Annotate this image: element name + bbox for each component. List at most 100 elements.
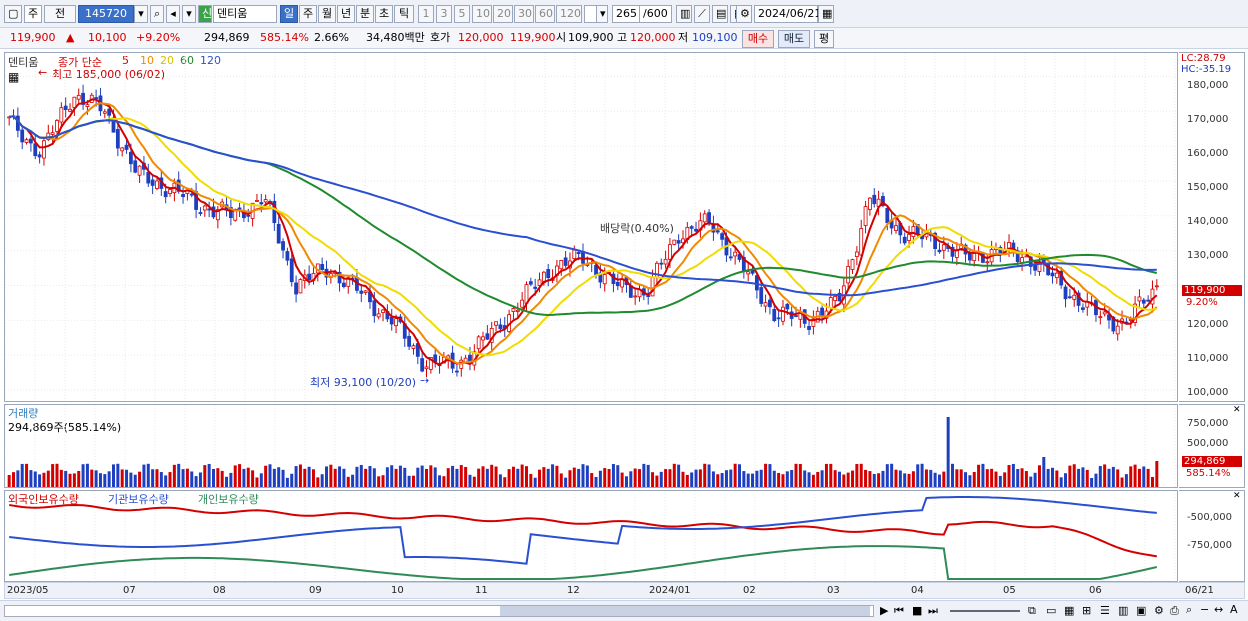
volume-bar bbox=[964, 472, 968, 487]
candle-body bbox=[115, 129, 120, 149]
calendar-icon[interactable]: ▦ bbox=[818, 5, 834, 23]
volume-chart bbox=[5, 405, 1176, 487]
volume-bar bbox=[346, 476, 350, 487]
interval-3-button[interactable]: 3 bbox=[436, 5, 452, 23]
interval-30-button[interactable]: 30 bbox=[514, 5, 534, 23]
print-icon[interactable]: ⎙ bbox=[1170, 604, 1179, 618]
image-icon[interactable]: ▣ bbox=[1136, 604, 1146, 617]
gear-icon[interactable]: ⚙ bbox=[736, 5, 752, 23]
interval-60-button[interactable]: 60 bbox=[535, 5, 555, 23]
candle-body bbox=[702, 213, 707, 223]
interval-20-button[interactable]: 20 bbox=[493, 5, 513, 23]
date-axis: 2023/05 07 08 09 10 11 12 2024/01 02 03 … bbox=[4, 582, 1245, 599]
chevron-down-icon[interactable]: ▾ bbox=[596, 5, 608, 23]
save-icon[interactable]: ▤ bbox=[712, 5, 728, 23]
volume-bar bbox=[646, 464, 650, 487]
config-icon[interactable]: ⚙ bbox=[1154, 604, 1164, 617]
interval-10-button[interactable]: 10 bbox=[472, 5, 492, 23]
copy-icon[interactable]: ⧉ bbox=[1028, 604, 1036, 618]
open-label: 시 bbox=[556, 31, 567, 44]
candle-icon[interactable]: ▥ bbox=[676, 5, 692, 23]
volume-bar bbox=[155, 469, 159, 487]
period-second-button[interactable]: 초 bbox=[375, 5, 393, 23]
chevron-down-icon[interactable]: ▾ bbox=[182, 5, 196, 23]
volume-bar bbox=[342, 468, 346, 487]
prev-button[interactable]: 전 bbox=[44, 5, 76, 23]
volume-bar bbox=[924, 469, 928, 487]
period-month-button[interactable]: 월 bbox=[318, 5, 336, 23]
candle-body bbox=[763, 302, 768, 307]
count-total: /600 bbox=[640, 5, 672, 23]
candle-body bbox=[498, 324, 503, 330]
volume-bar bbox=[911, 471, 915, 487]
candle-body bbox=[1137, 296, 1142, 302]
interval-5-button[interactable]: 5 bbox=[454, 5, 470, 23]
rewind-icon[interactable]: ⏮ bbox=[894, 604, 904, 618]
forward-icon[interactable]: ⏭ bbox=[928, 604, 938, 618]
volume-bar bbox=[238, 464, 242, 487]
search-icon[interactable]: ⌕ bbox=[1186, 603, 1192, 617]
close-icon[interactable]: ✕ bbox=[1233, 491, 1241, 501]
volume-bar bbox=[216, 468, 220, 487]
volume-bar bbox=[416, 467, 420, 487]
volume-bar bbox=[498, 474, 502, 487]
candle-body bbox=[1128, 319, 1133, 321]
zoom-slider[interactable] bbox=[950, 610, 1020, 612]
candle-body bbox=[985, 261, 990, 264]
grid-icon[interactable]: ▦ bbox=[1064, 604, 1074, 617]
candle-body bbox=[189, 193, 194, 196]
resize-icon[interactable]: ↔ bbox=[1214, 603, 1223, 616]
date-input[interactable]: 2024/06/21 bbox=[754, 5, 821, 23]
interval-120-button[interactable]: 120 bbox=[556, 5, 582, 23]
volume-bar bbox=[1133, 464, 1137, 487]
period-tick-button[interactable]: 틱 bbox=[394, 5, 414, 23]
candle-body bbox=[133, 160, 138, 173]
eval-button[interactable]: 평 bbox=[814, 30, 834, 48]
volume-bar bbox=[55, 463, 59, 487]
volume-bar bbox=[559, 473, 563, 487]
chart-icon[interactable]: ▥ bbox=[1118, 604, 1128, 617]
candle-body bbox=[381, 309, 385, 313]
chevron-down-icon[interactable]: ▾ bbox=[134, 5, 148, 23]
volume-bar bbox=[229, 472, 233, 487]
scroll-thumb[interactable] bbox=[500, 606, 870, 616]
stock-name-field[interactable]: 덴티움 bbox=[213, 5, 277, 23]
candle-body bbox=[155, 180, 159, 189]
volume-bar bbox=[629, 471, 633, 487]
mode-select[interactable]: 주 bbox=[24, 5, 42, 23]
volume-bar bbox=[33, 471, 37, 487]
period-week-button[interactable]: 주 bbox=[299, 5, 317, 23]
period-year-button[interactable]: 년 bbox=[337, 5, 355, 23]
sell-button[interactable]: 매도 bbox=[778, 30, 810, 48]
stop-icon[interactable]: ■ bbox=[912, 604, 922, 617]
window-icon[interactable]: ▢ bbox=[4, 5, 22, 23]
period-day-button[interactable]: 일 bbox=[280, 5, 298, 23]
layout-icon[interactable]: ▭ bbox=[1046, 604, 1056, 617]
count-input[interactable]: 265 bbox=[612, 5, 640, 23]
interval-1-button[interactable]: 1 bbox=[418, 5, 434, 23]
list-icon[interactable]: ☰ bbox=[1100, 604, 1110, 617]
line-chart-icon[interactable]: ⟋ bbox=[694, 5, 710, 23]
font-size-icon[interactable]: A bbox=[1230, 603, 1238, 616]
split-icon[interactable]: ⊞ bbox=[1082, 604, 1091, 617]
candle-body bbox=[168, 189, 172, 194]
search-icon[interactable]: ⌕ bbox=[150, 5, 164, 23]
scroll-bar[interactable]: ▶ ⏮ ■ ⏭ ⧉ ▭ ▦ ⊞ ☰ ▥ ▣ ⚙ ⎙ ⌕ − ↔ A bbox=[0, 600, 1248, 621]
close-icon[interactable]: ✕ bbox=[1233, 405, 1241, 415]
stock-code-input[interactable]: 145720 bbox=[78, 5, 134, 23]
volume-bar bbox=[364, 468, 368, 487]
price-chart[interactable] bbox=[5, 53, 1177, 401]
period-minute-button[interactable]: 분 bbox=[356, 5, 374, 23]
volume-bar bbox=[1081, 467, 1085, 487]
speaker-icon[interactable]: ◂ bbox=[166, 5, 180, 23]
volume-bar bbox=[811, 474, 815, 487]
candle-body bbox=[246, 214, 251, 217]
low-label: 저 bbox=[678, 31, 689, 44]
volume-bar bbox=[494, 466, 498, 487]
volume-bar bbox=[890, 463, 894, 487]
volume-bar bbox=[38, 474, 42, 487]
volume-bar bbox=[98, 473, 102, 487]
zoom-out-icon[interactable]: − bbox=[1200, 603, 1209, 616]
buy-button[interactable]: 매수 bbox=[742, 30, 774, 48]
play-icon[interactable]: ▶ bbox=[880, 604, 888, 617]
